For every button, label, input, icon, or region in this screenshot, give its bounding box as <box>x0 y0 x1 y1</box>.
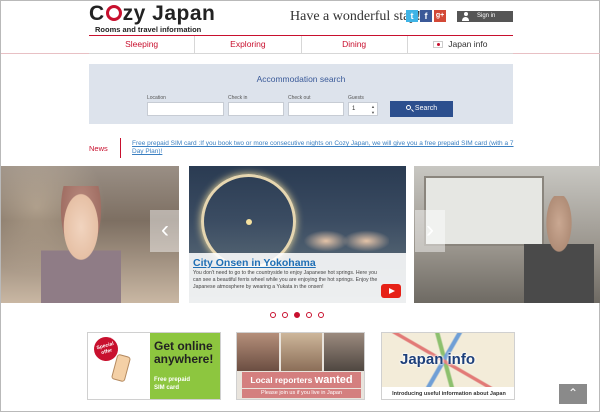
news-label: News <box>89 144 108 153</box>
slider-dot[interactable] <box>306 312 312 318</box>
nav-label: Sleeping <box>125 39 159 49</box>
headline-line-2: anywhere! <box>154 352 214 366</box>
banner-headline: Get online anywhere! <box>154 340 213 366</box>
twitter-icon[interactable]: t <box>406 10 418 22</box>
facebook-icon[interactable]: f <box>420 10 432 22</box>
subtext-line-2: SIM card <box>154 385 180 391</box>
headline-line-1: Get online <box>154 339 213 353</box>
title-small: Local reporters <box>250 375 315 385</box>
banner-subtext: Free prepaid SIM card <box>154 376 190 392</box>
accommodation-search-panel: Accommodation search Location Check in C… <box>89 64 513 124</box>
logo[interactable]: Czy Japan Rooms and travel information <box>89 2 216 35</box>
guests-label: Guests <box>348 95 364 101</box>
sim-card-banner[interactable]: Special offer Get online anywhere! Free p… <box>87 332 221 400</box>
sign-in-label: Sign in <box>477 13 496 19</box>
main-nav: Sleeping Exploring Dining Japan info <box>89 35 513 54</box>
slider-next-button[interactable]: › <box>415 210 445 252</box>
location-input[interactable] <box>147 102 224 116</box>
logo-subtitle: Rooms and travel information <box>95 25 202 34</box>
google-plus-icon[interactable]: g+ <box>434 10 446 22</box>
reporter-photo <box>280 333 323 371</box>
nav-item-sleeping[interactable]: Sleeping <box>89 36 196 53</box>
checkout-label: Check out <box>288 95 311 101</box>
news-divider <box>120 138 121 158</box>
nav-item-japan-info[interactable]: Japan info <box>408 36 513 53</box>
slider-dots <box>270 312 324 318</box>
local-reporters-banner[interactable]: Local reporters wanted Please join us if… <box>236 332 365 400</box>
logo-text: Czy Japan <box>89 2 216 25</box>
slider-prev-button[interactable]: ‹ <box>150 210 180 252</box>
subtext-line-1: Free prepaid <box>154 377 191 383</box>
search-title: Accommodation search <box>256 74 346 84</box>
caption-title[interactable]: City Onsen in Yokohama <box>193 257 316 269</box>
logo-ring-icon <box>105 5 122 21</box>
caption-body: You don't need to go to the countryside … <box>193 270 378 290</box>
guests-stepper[interactable]: 1 ▲ ▼ <box>348 102 378 116</box>
japan-info-footer: Introducing useful information about Jap… <box>382 387 514 399</box>
search-button[interactable]: Search <box>390 101 453 117</box>
reporter-photo <box>324 333 364 371</box>
slider-dot[interactable] <box>318 312 324 318</box>
japan-flag-icon <box>433 41 444 48</box>
checkout-input[interactable] <box>288 102 344 116</box>
slider-dot[interactable] <box>294 312 300 318</box>
stepper-up-icon[interactable]: ▲ <box>371 104 375 109</box>
search-icon <box>405 105 411 110</box>
sign-in-button[interactable]: Sign in <box>457 11 513 22</box>
nav-label: Japan info <box>448 39 488 49</box>
title-big: wanted <box>314 374 353 386</box>
man-photo <box>524 196 594 303</box>
reporter-photos <box>237 333 364 371</box>
nav-label: Exploring <box>230 39 266 49</box>
social-links: t f g+ <box>406 10 446 22</box>
back-to-top-icon[interactable]: ⌃ <box>559 384 587 404</box>
guests-value: 1 <box>352 106 356 112</box>
slide-caption: City Onsen in Yokohama You don't need to… <box>189 253 406 303</box>
checkin-label: Check in <box>228 95 248 101</box>
nav-label: Dining <box>342 39 367 49</box>
nav-item-dining[interactable]: Dining <box>302 36 408 53</box>
reporters-subtitle: Please join us if you live in Japan <box>242 389 361 398</box>
stepper-down-icon[interactable]: ▼ <box>371 110 375 115</box>
checkin-input[interactable] <box>228 102 284 116</box>
slider-dot[interactable] <box>270 312 276 318</box>
slider-dot[interactable] <box>282 312 288 318</box>
user-icon <box>461 12 470 21</box>
youtube-icon[interactable] <box>381 284 401 298</box>
nav-item-exploring[interactable]: Exploring <box>195 36 302 53</box>
header: Czy Japan Rooms and travel information H… <box>1 1 600 35</box>
reporter-photo <box>237 333 279 371</box>
reporters-title: Local reporters wanted <box>242 372 361 388</box>
search-button-label: Search <box>414 105 438 112</box>
news-link[interactable]: Free prepaid SIM card :If you book two o… <box>132 140 517 156</box>
japan-info-banner[interactable]: Japan info Introducing useful informatio… <box>381 332 515 400</box>
tagline: Have a wonderful stay! <box>290 9 422 24</box>
location-label: Location <box>147 95 166 101</box>
woman-photo <box>41 186 121 303</box>
japan-info-title: Japan info <box>400 351 476 368</box>
